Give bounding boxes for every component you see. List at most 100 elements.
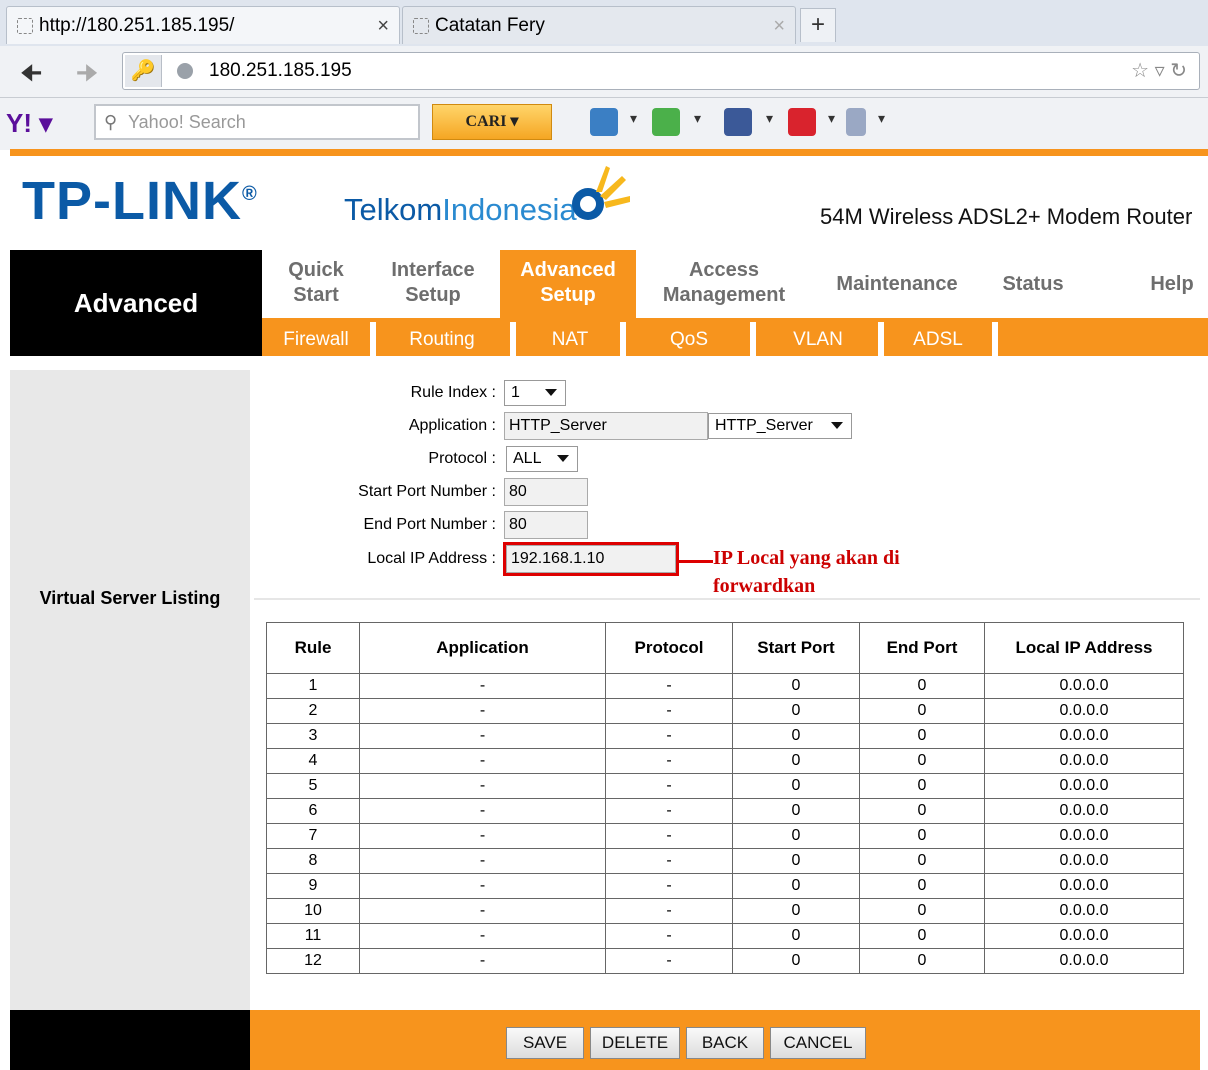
browser-tab-catatan[interactable]: Catatan Fery × — [402, 6, 796, 44]
mail-icon[interactable] — [590, 108, 618, 136]
pages-icon[interactable] — [846, 108, 866, 136]
tab-maintenance[interactable]: Maintenance — [822, 250, 972, 318]
left-panel — [10, 370, 250, 1010]
rule-index-select[interactable]: 1 — [504, 380, 566, 406]
application-select[interactable]: HTTP_Server — [708, 413, 852, 439]
tp-link-logo: TP-LINK® — [22, 171, 258, 231]
end-port-input[interactable]: 80 — [504, 511, 588, 539]
separator — [878, 322, 884, 356]
chevron-down-icon — [545, 389, 557, 396]
subtab-adsl[interactable]: ADSL — [890, 318, 986, 356]
yahoo-logo-icon[interactable]: Y! ▾ — [6, 108, 52, 139]
subtab-routing[interactable]: Routing — [382, 318, 502, 356]
table-cell: 0.0.0.0 — [984, 773, 1184, 799]
table-cell: 0.0.0.0 — [984, 698, 1184, 724]
subtab-qos[interactable]: QoS — [632, 318, 746, 356]
yahoo-toolbar: Y! ▾ ⚲ Yahoo! Search CARI ▾ ▾ ▾ ▾ ▾ ▾ — [0, 98, 1208, 150]
application-input[interactable]: HTTP_Server — [504, 412, 708, 440]
table-row: 3- -0 0 0.0.0.0 — [266, 723, 1184, 749]
column-header: Rule — [266, 622, 360, 674]
table-cell: 2 — [266, 698, 360, 724]
virtual-server-listing-label: Virtual Server Listing — [39, 588, 221, 608]
table-row: 10- -0 0 0.0.0.0 — [266, 898, 1184, 924]
tab-access-management[interactable]: Access Management — [646, 250, 802, 318]
table-cell: 0.0.0.0 — [984, 723, 1184, 749]
table-cell: - — [359, 898, 606, 924]
table-cell: 11 — [266, 923, 360, 949]
protocol-select[interactable]: ALL — [506, 446, 578, 472]
subtab-firewall[interactable]: Firewall — [270, 318, 362, 356]
table-cell: - — [605, 748, 733, 774]
forward-arrow-icon[interactable]: 🠊 — [76, 56, 98, 97]
table-cell: - — [605, 773, 733, 799]
table-cell: 0 — [859, 823, 985, 849]
back-button[interactable]: BACK — [686, 1027, 764, 1059]
table-cell: 0 — [859, 748, 985, 774]
table-row: 4- -0 0 0.0.0.0 — [266, 748, 1184, 774]
new-tab-button[interactable]: + — [800, 8, 836, 42]
table-cell: 0.0.0.0 — [984, 923, 1184, 949]
tab-help[interactable]: Help — [1142, 250, 1202, 318]
telkom-sun-icon — [572, 166, 630, 220]
table-cell: - — [605, 898, 733, 924]
footer-left — [10, 1010, 250, 1070]
facebook-icon[interactable] — [724, 108, 752, 136]
chevron-down-icon[interactable]: ▾ — [766, 110, 773, 127]
table-cell: 0.0.0.0 — [984, 848, 1184, 874]
table-cell: 0 — [859, 898, 985, 924]
close-icon[interactable]: × — [377, 7, 389, 45]
table-header-row: Rule Application Protocol Start Port End… — [266, 622, 1184, 674]
chevron-down-icon[interactable]: ▾ — [694, 110, 701, 127]
virtual-server-table: Rule Application Protocol Start Port End… — [266, 622, 1184, 974]
table-cell: 0.0.0.0 — [984, 898, 1184, 924]
tab-quick-start[interactable]: Quick Start — [270, 250, 362, 318]
table-cell: 0 — [732, 898, 860, 924]
divider — [254, 598, 1200, 600]
table-cell: - — [359, 923, 606, 949]
globe-icon — [177, 63, 193, 79]
close-icon[interactable]: × — [773, 7, 785, 45]
tab-advanced-setup[interactable]: Advanced Setup — [500, 250, 636, 318]
chevron-down-icon[interactable]: ▾ — [630, 110, 637, 127]
table-cell: - — [605, 798, 733, 824]
save-button[interactable]: SAVE — [506, 1027, 584, 1059]
table-cell: 0 — [732, 798, 860, 824]
table-cell: 0 — [732, 848, 860, 874]
separator — [510, 322, 516, 356]
browser-nav-bar: 🠈 🠊 🔑 180.251.185.195 ☆ ▿ ↻ — [0, 46, 1208, 98]
section-title: Advanced — [10, 250, 262, 356]
browser-tab-router[interactable]: http://180.251.185.195/ × — [6, 6, 400, 44]
table-cell: 0 — [859, 948, 985, 974]
column-header: Protocol — [605, 622, 733, 674]
page-icon — [17, 18, 33, 34]
start-port-input[interactable]: 80 — [504, 478, 588, 506]
back-arrow-icon[interactable]: 🠈 — [20, 56, 42, 97]
table-cell: 0 — [732, 748, 860, 774]
tab-interface-setup[interactable]: Interface Setup — [374, 250, 492, 318]
table-cell: - — [359, 698, 606, 724]
cancel-button[interactable]: CANCEL — [770, 1027, 866, 1059]
address-bar[interactable]: 🔑 180.251.185.195 ☆ ▿ ↻ — [122, 52, 1200, 90]
table-cell: - — [605, 823, 733, 849]
table-cell: 0 — [859, 673, 985, 699]
table-cell: 0 — [732, 823, 860, 849]
table-cell: 0.0.0.0 — [984, 748, 1184, 774]
cari-button[interactable]: CARI ▾ — [432, 104, 552, 140]
tab-status[interactable]: Status — [990, 250, 1076, 318]
chevron-down-icon[interactable]: ▾ — [878, 110, 885, 127]
table-cell: - — [605, 948, 733, 974]
chevron-down-icon — [831, 422, 843, 429]
table-cell: 8 — [266, 848, 360, 874]
subtab-vlan[interactable]: VLAN — [762, 318, 874, 356]
games-icon[interactable] — [788, 108, 816, 136]
delete-button[interactable]: DELETE — [590, 1027, 680, 1059]
bookmark-star-icon[interactable]: ☆ ▿ ↻ — [1131, 53, 1187, 89]
table-cell: - — [359, 873, 606, 899]
table-cell: - — [359, 798, 606, 824]
messenger-icon[interactable] — [652, 108, 680, 136]
application-label: Application : — [408, 417, 496, 434]
table-row: 1- -0 0 0.0.0.0 — [266, 673, 1184, 699]
subtab-nat[interactable]: NAT — [522, 318, 618, 356]
yahoo-search-input[interactable]: ⚲ Yahoo! Search — [94, 104, 420, 140]
chevron-down-icon[interactable]: ▾ — [828, 110, 835, 127]
